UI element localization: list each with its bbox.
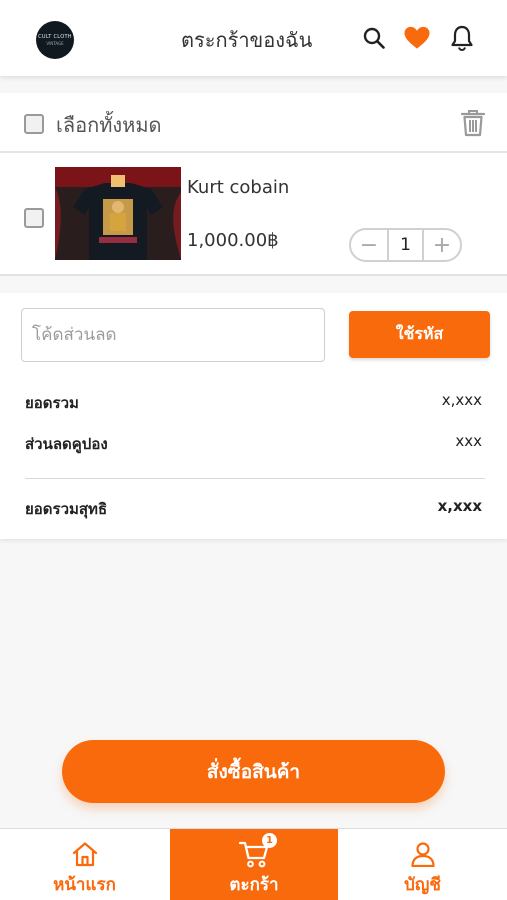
- product-name[interactable]: Kurt cobain: [187, 177, 289, 198]
- cart-icon: 1: [239, 833, 277, 868]
- decrement-button[interactable]: −: [351, 230, 387, 260]
- discount-label: ส่วนลดคูปอง: [25, 435, 108, 453]
- heart-icon[interactable]: [404, 25, 430, 51]
- quantity-value: 1: [387, 230, 424, 260]
- nav-label-home: หน้าแรก: [53, 875, 116, 895]
- quantity-stepper: − 1 +: [349, 228, 462, 262]
- item-checkbox[interactable]: [24, 208, 44, 228]
- place-order-button[interactable]: สั่งซื้อสินค้า: [62, 740, 445, 803]
- home-icon: [70, 840, 100, 868]
- app-header: CULT CLOTH VINTAGE ตระกร้าของฉัน: [0, 0, 507, 76]
- product-image[interactable]: [55, 167, 181, 260]
- summary-divider: [25, 478, 485, 479]
- nav-label-account: บัญชี: [404, 875, 441, 895]
- select-all-checkbox[interactable]: [24, 114, 44, 134]
- brand-logo[interactable]: CULT CLOTH VINTAGE: [36, 21, 74, 59]
- order-summary: ใช้รหัส ยอดรวม x,xxx ส่วนลดคูปอง xxx ยอด…: [0, 293, 507, 539]
- total-label: ยอดรวมสุทธิ: [25, 500, 108, 518]
- subtotal-label: ยอดรวม: [25, 394, 79, 412]
- search-icon[interactable]: [361, 25, 387, 51]
- bottom-nav: หน้าแรก 1 ตะกร้า บัญชี: [0, 828, 507, 900]
- increment-button[interactable]: +: [424, 230, 460, 260]
- bell-icon[interactable]: [449, 25, 475, 51]
- user-icon: [408, 840, 438, 868]
- subtotal-value: x,xxx: [441, 391, 482, 409]
- cart-item: Kurt cobain 1,000.00฿ − 1 +: [0, 153, 507, 276]
- nav-item-cart[interactable]: 1 ตะกร้า: [170, 829, 338, 900]
- apply-coupon-button[interactable]: ใช้รหัส: [349, 311, 490, 358]
- nav-item-account[interactable]: บัญชี: [338, 829, 507, 900]
- trash-icon[interactable]: [460, 109, 486, 137]
- product-price: 1,000.00฿: [187, 230, 279, 251]
- nav-label-cart: ตะกร้า: [229, 875, 279, 895]
- coupon-input[interactable]: [21, 308, 325, 362]
- nav-item-home[interactable]: หน้าแรก: [0, 829, 169, 900]
- total-value: x,xxx: [437, 497, 482, 515]
- discount-value: xxx: [455, 432, 482, 450]
- cart-count-badge: 1: [262, 833, 277, 848]
- select-all-row: เลือกทั้งหมด: [0, 93, 507, 153]
- select-all-label: เลือกทั้งหมด: [56, 113, 162, 137]
- page-title: ตระกร้าของฉัน: [181, 28, 313, 52]
